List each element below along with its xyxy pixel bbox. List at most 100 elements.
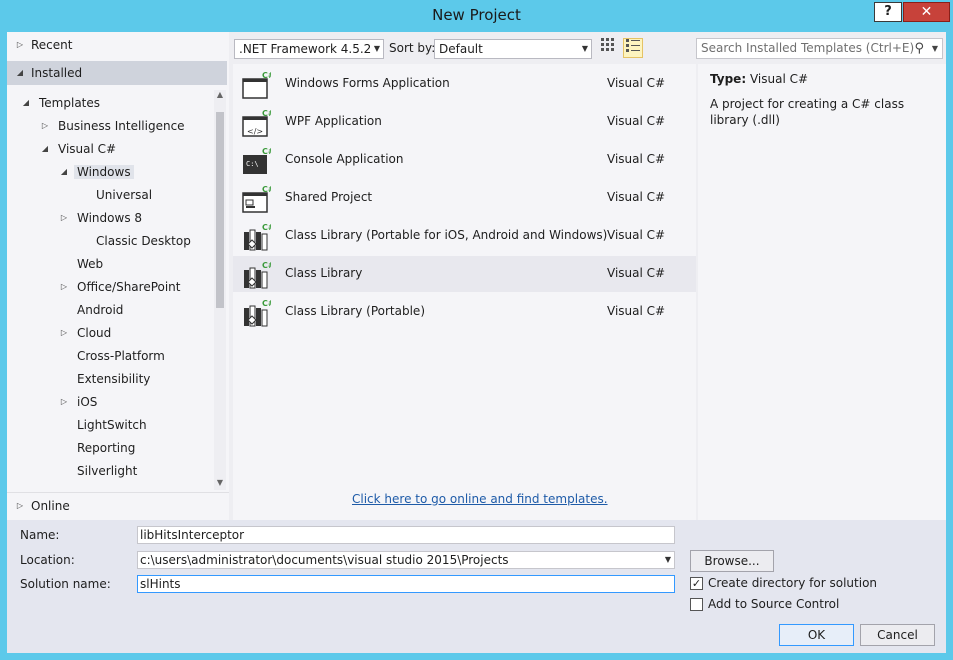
svg-text:C#: C# — [262, 299, 271, 308]
chevron-down-icon[interactable]: ▼ — [932, 39, 938, 58]
collapsed-arrow-icon[interactable]: ▷ — [59, 392, 69, 412]
template-navigation: ▷ Recent ◢ Installed ◢ Templates ▷ Business… — [7, 32, 229, 520]
collapsed-arrow-icon[interactable]: ▷ — [59, 208, 69, 228]
close-button[interactable]: ✕ — [903, 2, 950, 22]
tree-item-label: Classic Desktop — [96, 234, 191, 248]
tree-item[interactable]: Cross-Platform — [77, 346, 165, 366]
browse-button[interactable]: Browse... — [690, 550, 774, 572]
tree-item[interactable]: ▷ Windows 8 — [61, 208, 143, 228]
chevron-down-icon: ▼ — [373, 44, 380, 53]
template-name: WPF Application — [285, 114, 382, 128]
nav-installed-label: Installed — [31, 66, 83, 80]
nav-online[interactable]: ▷ Online — [7, 492, 229, 518]
template-row[interactable]: C# Class Library (Portable for iOS, Andro… — [233, 218, 696, 254]
ok-button[interactable]: OK — [779, 624, 854, 646]
chevron-down-icon[interactable]: ▼ — [665, 552, 671, 568]
sort-dropdown[interactable]: Default ▼ — [434, 39, 592, 59]
scroll-up-icon[interactable]: ▲ — [214, 90, 226, 102]
tree-item-label: Silverlight — [77, 464, 138, 478]
project-name-input[interactable]: libHitsInterceptor — [137, 526, 675, 544]
tree-item[interactable]: Web — [77, 254, 103, 274]
framework-dropdown[interactable]: .NET Framework 4.5.2 ▼ — [234, 39, 384, 59]
tree-item[interactable]: Silverlight — [77, 461, 137, 481]
expanded-arrow-icon[interactable]: ◢ — [59, 162, 69, 182]
location-value: c:\users\administrator\documents\visual … — [140, 553, 509, 567]
help-button[interactable]: ? — [874, 2, 902, 22]
collapsed-arrow-icon: ▷ — [16, 40, 24, 49]
tree-item[interactable]: Classic Desktop — [96, 231, 191, 251]
tree-item-label: Windows 8 — [77, 211, 143, 225]
chevron-down-icon: ▼ — [581, 44, 588, 53]
svg-text:C#: C# — [262, 261, 271, 270]
tree-item[interactable]: Android — [77, 300, 123, 320]
template-row[interactable]: C# Windows Forms Application Visual C# — [233, 66, 696, 102]
tree-item[interactable]: ◢ Visual C# — [42, 139, 116, 159]
tree-item-label: Business Intelligence — [58, 119, 185, 133]
cancel-button[interactable]: Cancel — [860, 624, 935, 646]
type-value: Visual C# — [749, 72, 809, 86]
template-language: Visual C# — [607, 190, 666, 204]
template-name: Class Library (Portable for iOS, Android… — [285, 228, 608, 242]
description-type: Type: Visual C# — [710, 72, 808, 86]
tree-item[interactable]: ◢ Templates — [23, 93, 101, 113]
template-row[interactable]: C#</> WPF Application Visual C# — [233, 104, 696, 140]
small-icons-view-button[interactable] — [598, 38, 618, 58]
scroll-thumb[interactable] — [216, 112, 224, 308]
online-templates-link[interactable]: Click here to go online and find templat… — [352, 492, 608, 506]
shared-project-icon: C# — [241, 184, 275, 214]
search-icon[interactable]: ⚲ — [914, 39, 924, 58]
dialog-client: ▷ Recent ◢ Installed ◢ Templates ▷ Business… — [7, 32, 946, 653]
tree-item[interactable]: ◢ Windows — [61, 162, 134, 182]
tree-item-label: Web — [77, 257, 104, 271]
tree-item-label: Office/SharePoint — [77, 280, 181, 294]
grid-view-icon — [601, 38, 614, 51]
location-combobox[interactable]: c:\users\administrator\documents\visual … — [137, 551, 675, 569]
source-control-label: Add to Source Control — [708, 597, 840, 611]
tree-item-label: Android — [77, 303, 124, 317]
template-row[interactable]: C# Class Library (Portable) Visual C# — [233, 294, 696, 330]
source-control-checkbox[interactable] — [690, 598, 703, 611]
class-library-icon: C# — [241, 260, 275, 290]
template-row[interactable]: C# Class Library Visual C# — [233, 256, 696, 292]
tree-item[interactable]: ▷ Office/SharePoint — [61, 277, 181, 297]
list-view-icon — [626, 39, 640, 52]
nav-recent-label: Recent — [31, 38, 73, 52]
tree-item-label: iOS — [77, 395, 98, 409]
solution-name-input[interactable]: slHints — [137, 575, 675, 593]
template-row[interactable]: C#C:\ Console Application Visual C# — [233, 142, 696, 178]
collapsed-arrow-icon[interactable]: ▷ — [59, 323, 69, 343]
tree-item[interactable]: ▷ iOS — [61, 392, 98, 412]
template-language: Visual C# — [607, 266, 666, 280]
expanded-arrow-icon: ◢ — [16, 68, 24, 77]
collapsed-arrow-icon[interactable]: ▷ — [40, 116, 50, 136]
tree-item-label: Reporting — [77, 441, 136, 455]
tree-item[interactable]: Reporting — [77, 438, 135, 458]
tree-item[interactable]: ▷ Business Intelligence — [42, 116, 185, 136]
tree-item[interactable]: Universal — [96, 185, 152, 205]
class-library-icon: C# — [241, 298, 275, 328]
template-list: Click here to go online and find templat… — [233, 64, 696, 520]
template-row[interactable]: C# Shared Project Visual C# — [233, 180, 696, 216]
tree-item[interactable]: Extensibility — [77, 369, 150, 389]
new-project-dialog: New Project ? ✕ ▷ Recent ◢ Installed ◢ Te… — [0, 0, 953, 660]
expanded-arrow-icon[interactable]: ◢ — [40, 139, 50, 159]
template-language: Visual C# — [607, 114, 666, 128]
tree-item-label: Templates — [39, 96, 101, 110]
scroll-down-icon[interactable]: ▼ — [214, 478, 226, 490]
nav-installed[interactable]: ◢ Installed — [7, 61, 227, 85]
list-view-button[interactable] — [623, 38, 643, 58]
expanded-arrow-icon[interactable]: ◢ — [21, 93, 31, 113]
type-label: Type: — [710, 72, 747, 86]
tree-item[interactable]: ▷ Cloud — [61, 323, 112, 343]
nav-recent[interactable]: ▷ Recent — [7, 34, 227, 56]
tree-item[interactable]: LightSwitch — [77, 415, 147, 435]
tree-item-label: Cloud — [77, 326, 112, 340]
nav-online-label: Online — [31, 499, 70, 513]
create-directory-checkbox[interactable]: ✓ — [690, 577, 703, 590]
tree-scrollbar[interactable]: ▲ ▼ — [214, 90, 226, 490]
svg-text:</>: </> — [247, 127, 263, 136]
template-toolbar: .NET Framework 4.5.2 ▼ Sort by: Default … — [229, 32, 946, 64]
collapsed-arrow-icon: ▷ — [16, 501, 24, 510]
template-search-input[interactable]: Search Installed Templates (Ctrl+E) ⚲ ▼ — [696, 38, 943, 59]
collapsed-arrow-icon[interactable]: ▷ — [59, 277, 69, 297]
